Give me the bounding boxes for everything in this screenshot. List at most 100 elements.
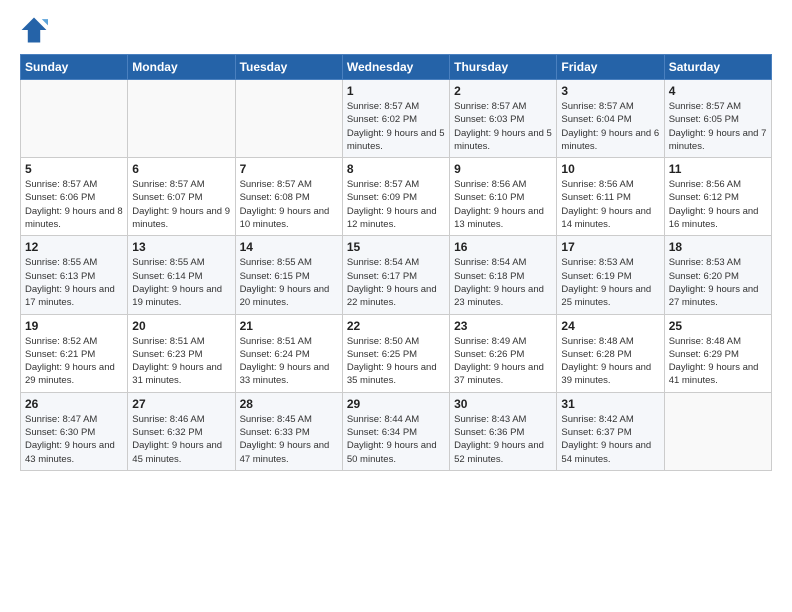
calendar-cell: 18 Sunrise: 8:53 AM Sunset: 6:20 PM Dayli… [664,236,771,314]
weekday-header-thursday: Thursday [450,55,557,80]
calendar-cell [235,80,342,158]
calendar-cell: 4 Sunrise: 8:57 AM Sunset: 6:05 PM Daylig… [664,80,771,158]
day-info: Sunrise: 8:57 AM Sunset: 6:09 PM Dayligh… [347,178,445,231]
logo [20,16,52,44]
header [20,16,772,44]
day-number: 19 [25,319,123,333]
calendar-week-row: 12 Sunrise: 8:55 AM Sunset: 6:13 PM Dayli… [21,236,772,314]
day-number: 20 [132,319,230,333]
day-info: Sunrise: 8:51 AM Sunset: 6:23 PM Dayligh… [132,335,230,388]
calendar-cell: 31 Sunrise: 8:42 AM Sunset: 6:37 PM Dayli… [557,392,664,470]
calendar-cell: 26 Sunrise: 8:47 AM Sunset: 6:30 PM Dayli… [21,392,128,470]
calendar-week-row: 19 Sunrise: 8:52 AM Sunset: 6:21 PM Dayli… [21,314,772,392]
day-info: Sunrise: 8:57 AM Sunset: 6:06 PM Dayligh… [25,178,123,231]
day-number: 12 [25,240,123,254]
calendar-week-row: 5 Sunrise: 8:57 AM Sunset: 6:06 PM Daylig… [21,158,772,236]
calendar-cell: 23 Sunrise: 8:49 AM Sunset: 6:26 PM Dayli… [450,314,557,392]
logo-icon [20,16,48,44]
calendar-cell: 12 Sunrise: 8:55 AM Sunset: 6:13 PM Dayli… [21,236,128,314]
calendar-cell: 6 Sunrise: 8:57 AM Sunset: 6:07 PM Daylig… [128,158,235,236]
day-number: 16 [454,240,552,254]
calendar-cell: 14 Sunrise: 8:55 AM Sunset: 6:15 PM Dayli… [235,236,342,314]
calendar-cell: 24Sunrise: 8:48 AM Sunset: 6:28 PM Dayli… [557,314,664,392]
calendar-cell: 15Sunrise: 8:54 AM Sunset: 6:17 PM Dayli… [342,236,449,314]
day-number: 1 [347,84,445,98]
day-info: Sunrise: 8:48 AM Sunset: 6:29 PM Dayligh… [669,335,767,388]
calendar-cell: 7 Sunrise: 8:57 AM Sunset: 6:08 PM Daylig… [235,158,342,236]
day-number: 10 [561,162,659,176]
page: SundayMondayTuesdayWednesdayThursdayFrid… [0,0,792,612]
day-number: 11 [669,162,767,176]
calendar-cell [664,392,771,470]
day-info: Sunrise: 8:57 AM Sunset: 6:05 PM Dayligh… [669,100,767,153]
day-number: 2 [454,84,552,98]
day-info: Sunrise: 8:47 AM Sunset: 6:30 PM Dayligh… [25,413,123,466]
day-info: Sunrise: 8:55 AM Sunset: 6:15 PM Dayligh… [240,256,338,309]
calendar-cell: 3Sunrise: 8:57 AM Sunset: 6:04 PM Daylig… [557,80,664,158]
day-info: Sunrise: 8:54 AM Sunset: 6:18 PM Dayligh… [454,256,552,309]
day-info: Sunrise: 8:52 AM Sunset: 6:21 PM Dayligh… [25,335,123,388]
day-info: Sunrise: 8:48 AM Sunset: 6:28 PM Dayligh… [561,335,659,388]
day-info: Sunrise: 8:53 AM Sunset: 6:19 PM Dayligh… [561,256,659,309]
day-number: 30 [454,397,552,411]
calendar-cell: 11 Sunrise: 8:56 AM Sunset: 6:12 PM Dayli… [664,158,771,236]
day-info: Sunrise: 8:45 AM Sunset: 6:33 PM Dayligh… [240,413,338,466]
day-number: 31 [561,397,659,411]
day-info: Sunrise: 8:57 AM Sunset: 6:07 PM Dayligh… [132,178,230,231]
weekday-header-sunday: Sunday [21,55,128,80]
calendar-cell: 28 Sunrise: 8:45 AM Sunset: 6:33 PM Dayli… [235,392,342,470]
day-info: Sunrise: 8:56 AM Sunset: 6:10 PM Dayligh… [454,178,552,231]
calendar-cell: 29 Sunrise: 8:44 AM Sunset: 6:34 PM Dayli… [342,392,449,470]
day-number: 5 [25,162,123,176]
day-info: Sunrise: 8:50 AM Sunset: 6:25 PM Dayligh… [347,335,445,388]
day-number: 29 [347,397,445,411]
day-number: 28 [240,397,338,411]
weekday-header-friday: Friday [557,55,664,80]
calendar-cell: 13 Sunrise: 8:55 AM Sunset: 6:14 PM Dayli… [128,236,235,314]
weekday-header-saturday: Saturday [664,55,771,80]
day-number: 22 [347,319,445,333]
day-info: Sunrise: 8:56 AM Sunset: 6:12 PM Dayligh… [669,178,767,231]
calendar-cell: 8Sunrise: 8:57 AM Sunset: 6:09 PM Daylig… [342,158,449,236]
calendar-cell: 10 Sunrise: 8:56 AM Sunset: 6:11 PM Dayli… [557,158,664,236]
day-info: Sunrise: 8:56 AM Sunset: 6:11 PM Dayligh… [561,178,659,231]
day-number: 13 [132,240,230,254]
day-info: Sunrise: 8:51 AM Sunset: 6:24 PM Dayligh… [240,335,338,388]
day-info: Sunrise: 8:57 AM Sunset: 6:04 PM Dayligh… [561,100,659,153]
day-info: Sunrise: 8:42 AM Sunset: 6:37 PM Dayligh… [561,413,659,466]
day-info: Sunrise: 8:55 AM Sunset: 6:14 PM Dayligh… [132,256,230,309]
calendar-cell: 30Sunrise: 8:43 AM Sunset: 6:36 PM Dayli… [450,392,557,470]
day-number: 27 [132,397,230,411]
calendar-week-row: 26 Sunrise: 8:47 AM Sunset: 6:30 PM Dayli… [21,392,772,470]
calendar-cell: 9 Sunrise: 8:56 AM Sunset: 6:10 PM Daylig… [450,158,557,236]
day-number: 23 [454,319,552,333]
calendar-cell: 17 Sunrise: 8:53 AM Sunset: 6:19 PM Dayli… [557,236,664,314]
calendar-cell [128,80,235,158]
day-info: Sunrise: 8:46 AM Sunset: 6:32 PM Dayligh… [132,413,230,466]
calendar-table: SundayMondayTuesdayWednesdayThursdayFrid… [20,54,772,471]
day-number: 17 [561,240,659,254]
day-number: 25 [669,319,767,333]
day-info: Sunrise: 8:53 AM Sunset: 6:20 PM Dayligh… [669,256,767,309]
calendar-week-row: 1Sunrise: 8:57 AM Sunset: 6:02 PM Daylig… [21,80,772,158]
day-info: Sunrise: 8:49 AM Sunset: 6:26 PM Dayligh… [454,335,552,388]
calendar-cell: 16 Sunrise: 8:54 AM Sunset: 6:18 PM Dayli… [450,236,557,314]
calendar-cell: 22 Sunrise: 8:50 AM Sunset: 6:25 PM Dayli… [342,314,449,392]
day-info: Sunrise: 8:55 AM Sunset: 6:13 PM Dayligh… [25,256,123,309]
calendar-cell: 20 Sunrise: 8:51 AM Sunset: 6:23 PM Dayli… [128,314,235,392]
day-info: Sunrise: 8:44 AM Sunset: 6:34 PM Dayligh… [347,413,445,466]
day-number: 18 [669,240,767,254]
calendar-cell: 27 Sunrise: 8:46 AM Sunset: 6:32 PM Dayli… [128,392,235,470]
day-number: 4 [669,84,767,98]
day-number: 7 [240,162,338,176]
day-number: 9 [454,162,552,176]
day-number: 26 [25,397,123,411]
calendar-cell: 25 Sunrise: 8:48 AM Sunset: 6:29 PM Dayli… [664,314,771,392]
day-number: 6 [132,162,230,176]
day-info: Sunrise: 8:57 AM Sunset: 6:08 PM Dayligh… [240,178,338,231]
weekday-header-row: SundayMondayTuesdayWednesdayThursdayFrid… [21,55,772,80]
day-number: 14 [240,240,338,254]
weekday-header-tuesday: Tuesday [235,55,342,80]
calendar-cell: 2Sunrise: 8:57 AM Sunset: 6:03 PM Daylig… [450,80,557,158]
calendar-cell: 19 Sunrise: 8:52 AM Sunset: 6:21 PM Dayli… [21,314,128,392]
